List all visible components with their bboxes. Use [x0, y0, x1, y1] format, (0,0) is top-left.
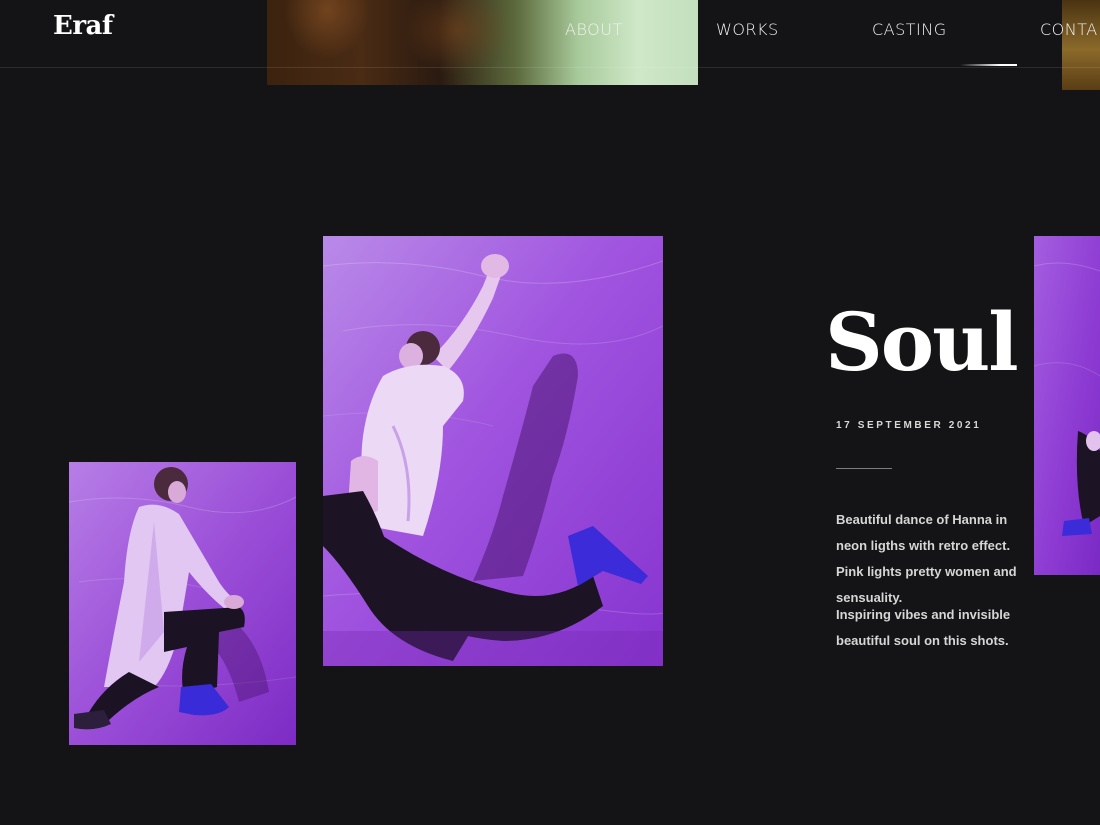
site-logo[interactable]: Eraf: [53, 11, 113, 41]
article-divider: [836, 468, 892, 469]
leaping-dancer-illustration: [323, 236, 663, 666]
gallery-photo-large[interactable]: [323, 236, 663, 666]
nav-active-indicator: [960, 64, 1017, 66]
site-header: Eraf ABOUT WORKS CASTING CONTA: [0, 0, 1100, 68]
gallery-photo-next[interactable]: [1034, 236, 1100, 575]
nav-item-works[interactable]: WORKS: [716, 20, 779, 39]
article-paragraph: Beautiful dance of Hanna in neon ligths …: [836, 512, 1017, 605]
nav-item-casting[interactable]: CASTING: [872, 20, 947, 39]
article-paragraph: Inspiring vibes and invisible beautiful …: [836, 607, 1011, 648]
gallery-photo-small[interactable]: [69, 462, 296, 745]
nav-item-contact[interactable]: CONTA: [1040, 20, 1098, 39]
next-dancer-illustration: [1034, 236, 1100, 575]
article-date: 17 SEPTEMBER 2021: [836, 420, 982, 431]
page: Eraf ABOUT WORKS CASTING CONTA Soul D 17…: [0, 0, 1100, 825]
nav-item-about[interactable]: ABOUT: [565, 20, 623, 39]
kneeling-dancer-illustration: [69, 462, 296, 745]
